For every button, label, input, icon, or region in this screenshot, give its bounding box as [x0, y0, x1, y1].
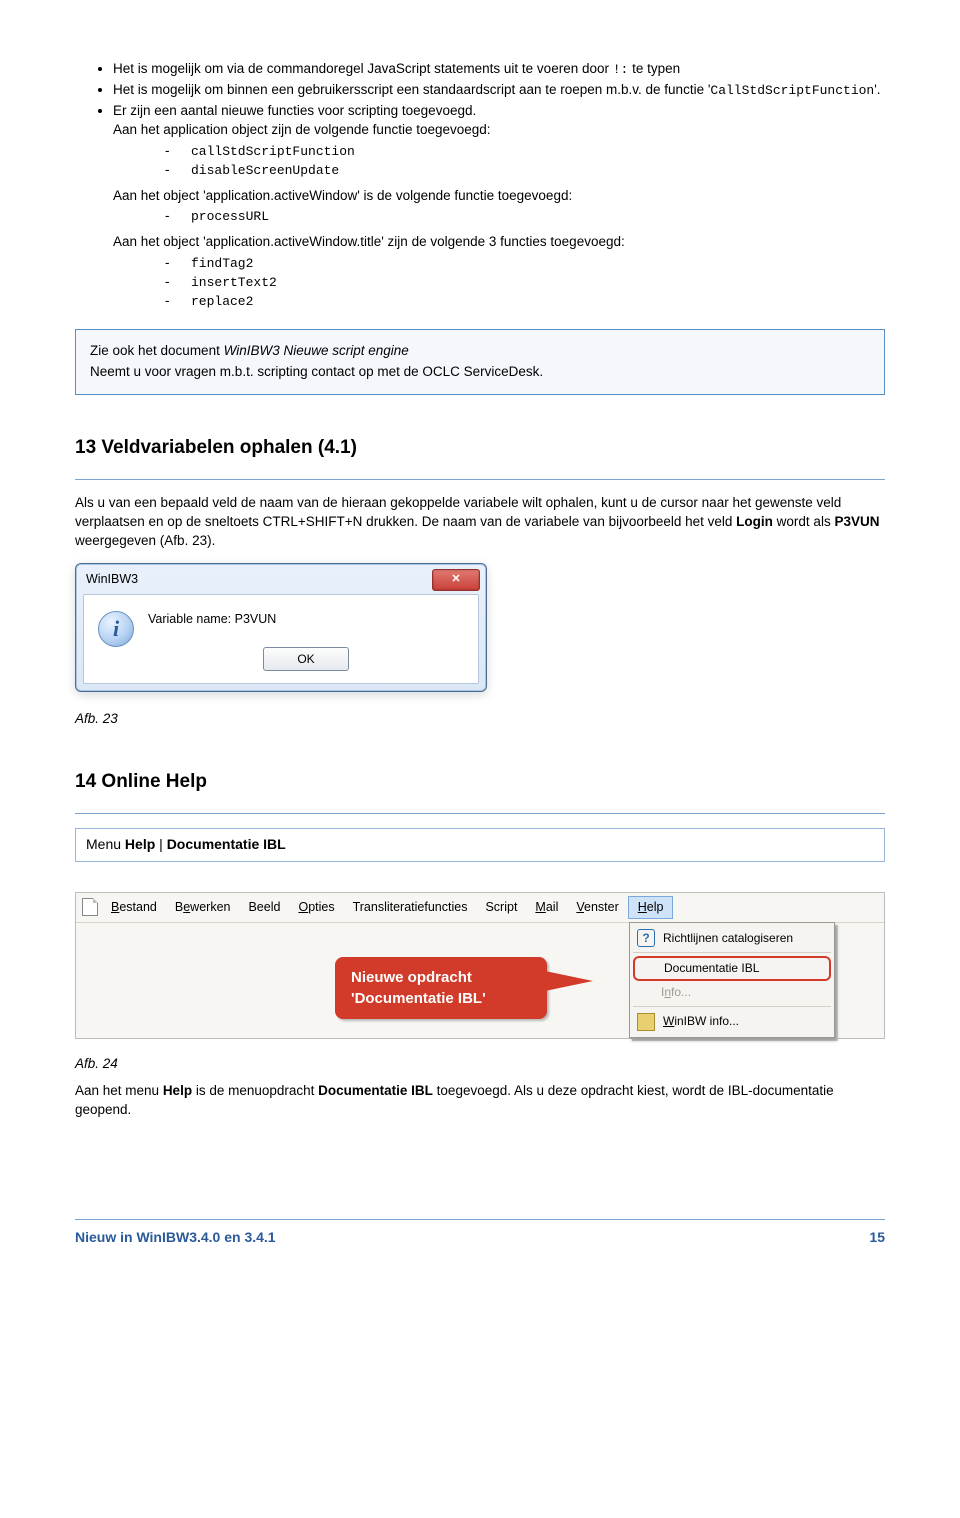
separator: [75, 479, 885, 480]
menu-item-opties[interactable]: Opties: [289, 897, 343, 919]
figure-caption: Afb. 23: [75, 710, 885, 729]
page-number: 15: [869, 1228, 885, 1248]
sub-list: processURL: [165, 207, 885, 226]
blank-icon: [637, 984, 653, 1000]
close-icon[interactable]: ✕: [432, 569, 480, 591]
dropdown-item-info: Info...: [633, 981, 831, 1007]
sub-list: callStdScriptFunction disableScreenUpdat…: [165, 142, 885, 180]
inline-code: CallStdScriptFunction: [710, 83, 874, 98]
inline-code: findTag2: [191, 256, 253, 271]
help-icon: ?: [637, 929, 655, 947]
menu-item-venster[interactable]: Venster: [567, 897, 627, 919]
list-item: Het is mogelijk om binnen een gebruikers…: [113, 81, 885, 100]
info-icon: i: [98, 611, 134, 647]
menu-item-mail[interactable]: Mail: [526, 897, 567, 919]
list-item: Er zijn een aantal nieuwe functies voor …: [113, 102, 885, 311]
inline-code: insertText2: [191, 275, 277, 290]
inline-code: replace2: [191, 294, 253, 309]
menu-item-help[interactable]: Help: [628, 896, 674, 920]
help-dropdown: ? Richtlijnen catalogiseren Documentatie…: [629, 922, 835, 1038]
menu-item-transliteratie[interactable]: Transliteratiefuncties: [344, 897, 477, 919]
menu-item-beeld[interactable]: Beeld: [239, 897, 289, 919]
menu-item-bestand[interactable]: BBestandestand: [102, 897, 166, 919]
dialog-title: WinIBW3: [86, 571, 138, 589]
list-item: Het is mogelijk om via de commandoregel …: [113, 60, 885, 79]
paragraph: Aan het menu Help is de menuopdracht Doc…: [75, 1082, 885, 1120]
info-note-box: Zie ook het document WinIBW3 Nieuwe scri…: [75, 329, 885, 395]
heading-14: 14 Online Help: [75, 769, 885, 796]
footer-title: Nieuw in WinIBW3.4.0 en 3.4.1: [75, 1228, 276, 1248]
document-icon: [82, 898, 98, 916]
doc-title: WinIBW3 Nieuwe script engine: [224, 343, 409, 358]
menu-path-box: Menu Help | Documentatie IBL: [75, 828, 885, 862]
app-icon: [637, 1013, 655, 1031]
dropdown-item-richtlijnen[interactable]: ? Richtlijnen catalogiseren: [633, 926, 831, 953]
dropdown-item-documentatie-ibl[interactable]: Documentatie IBL: [633, 956, 831, 981]
separator: [75, 813, 885, 814]
menu-item-bewerken[interactable]: Bewerken: [166, 897, 240, 919]
blank-icon: [640, 961, 656, 977]
heading-13: 13 Veldvariabelen ophalen (4.1): [75, 435, 885, 462]
page-footer: Nieuw in WinIBW3.4.0 en 3.4.1 15: [75, 1219, 885, 1248]
inline-code: processURL: [191, 209, 269, 224]
paragraph: Als u van een bepaald veld de naam van d…: [75, 494, 885, 551]
dialog-message: Variable name: P3VUN: [148, 611, 464, 629]
ok-button[interactable]: OK: [263, 647, 349, 671]
arrow-icon: [545, 971, 593, 991]
dropdown-item-winibw-info[interactable]: WinIBW info...: [633, 1010, 831, 1034]
inline-code: callStdScriptFunction: [191, 144, 355, 159]
sub-list: findTag2 insertText2 replace2: [165, 254, 885, 312]
menu-item-script[interactable]: Script: [476, 897, 526, 919]
figure-caption: Afb. 24: [75, 1055, 885, 1074]
feature-list: Het is mogelijk om via de commandoregel …: [75, 60, 885, 311]
inline-code: !:: [613, 62, 629, 77]
screenshot-dialog: WinIBW3 ✕ i Variable name: P3VUN OK: [75, 563, 885, 692]
inline-code: disableScreenUpdate: [191, 163, 339, 178]
